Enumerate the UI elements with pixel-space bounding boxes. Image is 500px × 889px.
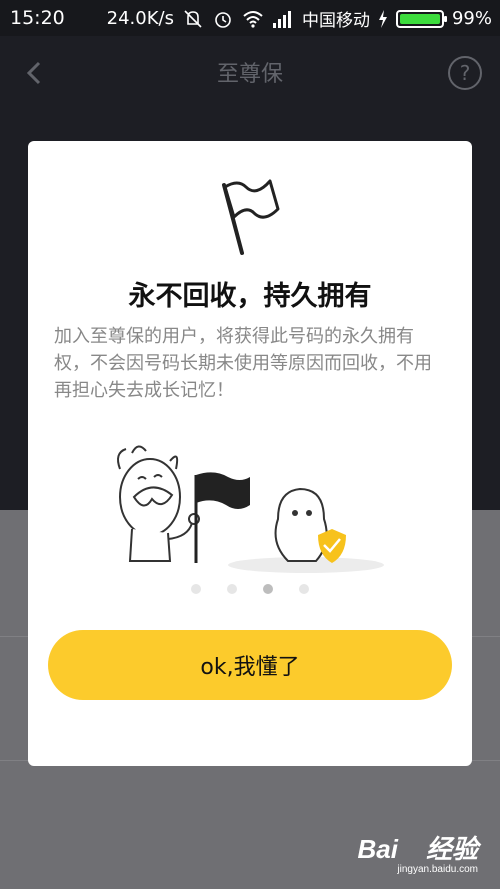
status-bar: 15:20 24.0K/s 中国移动 99% <box>0 0 500 36</box>
info-dialog: 永不回收，持久拥有 加入至尊保的用户，将获得此号码的永久拥有权，不会因号码长期未… <box>28 141 472 766</box>
page-dot[interactable] <box>191 584 201 594</box>
illustration <box>117 445 384 573</box>
baidu-jingyan-watermark: Bai 经验 jingyan.baidu.com <box>358 829 478 875</box>
page-dot[interactable] <box>227 584 237 594</box>
battery-percent: 99% <box>451 8 492 29</box>
alarm-icon <box>215 11 231 28</box>
carrier-name: 中国移动 <box>301 11 370 31</box>
page-title: 至尊保 <box>216 62 283 87</box>
status-time: 15:20 <box>10 7 65 29</box>
help-button[interactable]: ? <box>448 56 482 90</box>
mascot-figure <box>117 445 200 562</box>
confirm-button[interactable]: ok,我懂了 <box>48 630 452 700</box>
battery-level <box>399 13 440 24</box>
battery-icon <box>395 9 447 28</box>
charging-icon <box>378 9 387 28</box>
status-right-group: 24.0K/s 中国移动 99% <box>107 6 492 31</box>
page-dot[interactable] <box>299 584 309 594</box>
page-indicator <box>28 584 472 594</box>
signal-icon <box>272 10 291 28</box>
network-speed: 24.0K/s <box>106 8 174 29</box>
page-dot[interactable] <box>263 584 273 594</box>
dialog-description: 加入至尊保的用户，将获得此号码的永久拥有权，不会因号码长期未使用等原因而回收，不… <box>54 326 432 401</box>
penguin-figure <box>274 487 328 562</box>
dialog-title: 永不回收，持久拥有 <box>128 281 372 312</box>
black-flag <box>194 472 250 563</box>
mute-icon <box>184 9 202 28</box>
watermark-logo: Bai 经验 <box>357 834 478 864</box>
flag-icon <box>222 179 280 255</box>
wifi-icon <box>243 10 263 28</box>
